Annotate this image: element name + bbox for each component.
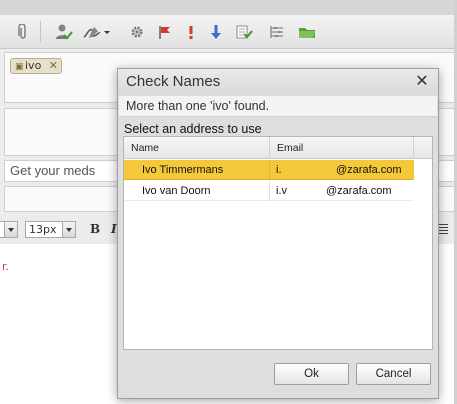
italic-icon[interactable]: I (111, 222, 117, 236)
row-name: Ivo Timmermans (142, 164, 224, 176)
dialog-title: Check Names (126, 73, 221, 90)
low-priority-icon[interactable] (210, 24, 222, 40)
cancel-button[interactable]: Cancel (356, 363, 431, 385)
row-email-prefix: i.v (276, 185, 287, 197)
recipient-chip[interactable]: ▣ivo ✕ (10, 58, 62, 74)
dialog-header: Check Names ✕ (118, 69, 438, 95)
check-user-icon[interactable] (55, 24, 73, 40)
high-priority-icon[interactable] (186, 24, 196, 40)
row-name: Ivo van Doorn (142, 185, 211, 197)
table-row[interactable]: Ivo Timmermans i. @zarafa.com (124, 160, 414, 180)
toolbar-separator (40, 21, 41, 43)
column-header-name[interactable]: Name (124, 137, 270, 159)
ok-button[interactable]: Ok (274, 363, 349, 385)
dialog-prompt: Select an address to use (124, 122, 262, 136)
folder-icon[interactable] (298, 24, 316, 40)
spellcheck-mark: r. (2, 260, 10, 273)
read-receipt-icon[interactable] (235, 24, 253, 40)
chevron-down-icon[interactable] (62, 222, 75, 237)
chevron-down-icon[interactable] (4, 222, 17, 237)
table-row[interactable]: Ivo van Doorn i.v @zarafa.com (124, 181, 414, 201)
font-size-value: 13px (29, 223, 57, 236)
signature-icon[interactable] (82, 24, 102, 40)
row-email-domain: @zarafa.com (326, 185, 392, 197)
grid-header: Name Email (124, 137, 432, 159)
address-grid: Name Email Ivo Timmermans i. @zarafa.com… (123, 136, 433, 350)
composer-toolbar (0, 15, 457, 49)
column-divider (269, 160, 270, 180)
paperclip-icon[interactable] (18, 24, 28, 40)
book-icon: ▣ (15, 62, 24, 72)
settings-icon[interactable] (130, 24, 144, 40)
dialog-message: More than one 'ivo' found. (119, 96, 437, 117)
remove-recipient-icon[interactable]: ✕ (49, 59, 58, 73)
bold-icon[interactable]: B (90, 222, 100, 236)
recipient-chip-label: ivo (25, 59, 42, 72)
column-divider (269, 181, 270, 201)
signature-dropdown-icon[interactable] (104, 24, 110, 40)
delivery-options-icon[interactable] (268, 24, 286, 40)
row-email-domain: @zarafa.com (336, 164, 402, 176)
window-top-strip (0, 0, 457, 15)
font-family-combo[interactable] (0, 221, 18, 238)
font-size-combo[interactable]: 13px (25, 221, 76, 238)
column-header-email[interactable]: Email (270, 137, 414, 159)
check-names-dialog: Check Names ✕ More than one 'ivo' found.… (117, 68, 439, 399)
close-icon[interactable]: ✕ (414, 71, 430, 91)
flag-icon[interactable] (158, 24, 172, 40)
row-email-prefix: i. (276, 164, 282, 176)
